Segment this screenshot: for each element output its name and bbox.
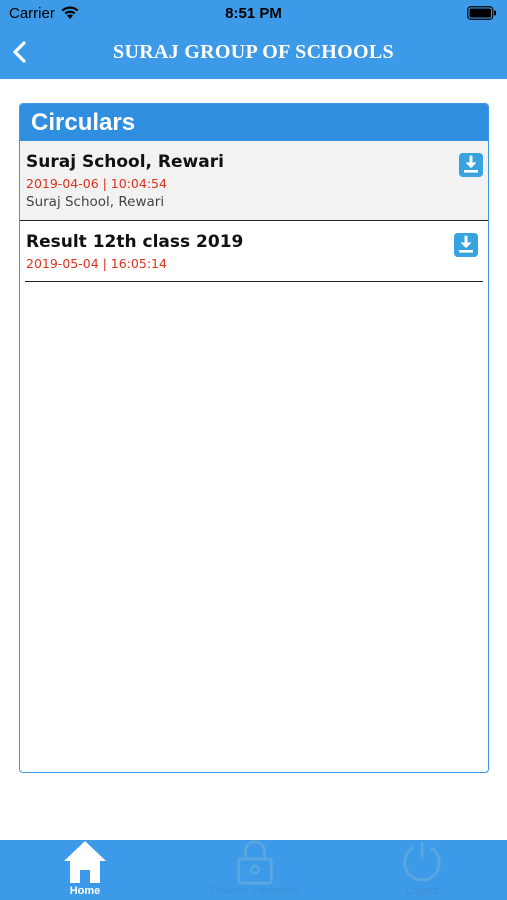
status-bar: Carrier 8:51 PM	[0, 0, 507, 28]
circular-datetime: 2019-04-06 | 10:04:54	[26, 176, 167, 191]
tab-logout[interactable]: Logout	[385, 840, 460, 900]
circular-title: Suraj School, Rewari	[26, 152, 224, 172]
top-bar: Carrier 8:51 PM SURAJ GROUP OF SCHOOLS	[0, 0, 507, 79]
tab-logout-label: Logout	[405, 885, 440, 897]
download-icon[interactable]	[454, 233, 478, 257]
tab-home[interactable]: Home	[50, 840, 120, 900]
nav-bar: SURAJ GROUP OF SCHOOLS	[0, 28, 507, 79]
download-icon[interactable]	[459, 153, 483, 177]
tab-home-label: Home	[69, 885, 101, 897]
tab-change-password[interactable]: Change Password	[190, 840, 320, 900]
lock-icon	[237, 840, 273, 885]
tab-bar: Home Change Password Logout	[0, 840, 507, 900]
power-icon	[403, 841, 441, 882]
status-time: 8:51 PM	[225, 5, 282, 22]
circular-item[interactable]: Result 12th class 2019 2019-05-04 | 16:0…	[25, 221, 483, 282]
home-icon	[64, 841, 106, 883]
circular-item[interactable]: Suraj School, Rewari 2019-04-06 | 10:04:…	[20, 141, 488, 221]
circulars-header: Circulars	[20, 104, 488, 141]
circulars-card: Circulars Suraj School, Rewari 2019-04-0…	[19, 103, 489, 773]
tab-change-password-label: Change Password	[210, 885, 300, 897]
circular-subtitle: Suraj School, Rewari	[26, 194, 165, 210]
circular-datetime: 2019-05-04 | 16:05:14	[26, 256, 167, 271]
battery-icon	[467, 6, 496, 20]
circular-title: Result 12th class 2019	[26, 232, 244, 252]
page-title: SURAJ GROUP OF SCHOOLS	[113, 41, 394, 63]
